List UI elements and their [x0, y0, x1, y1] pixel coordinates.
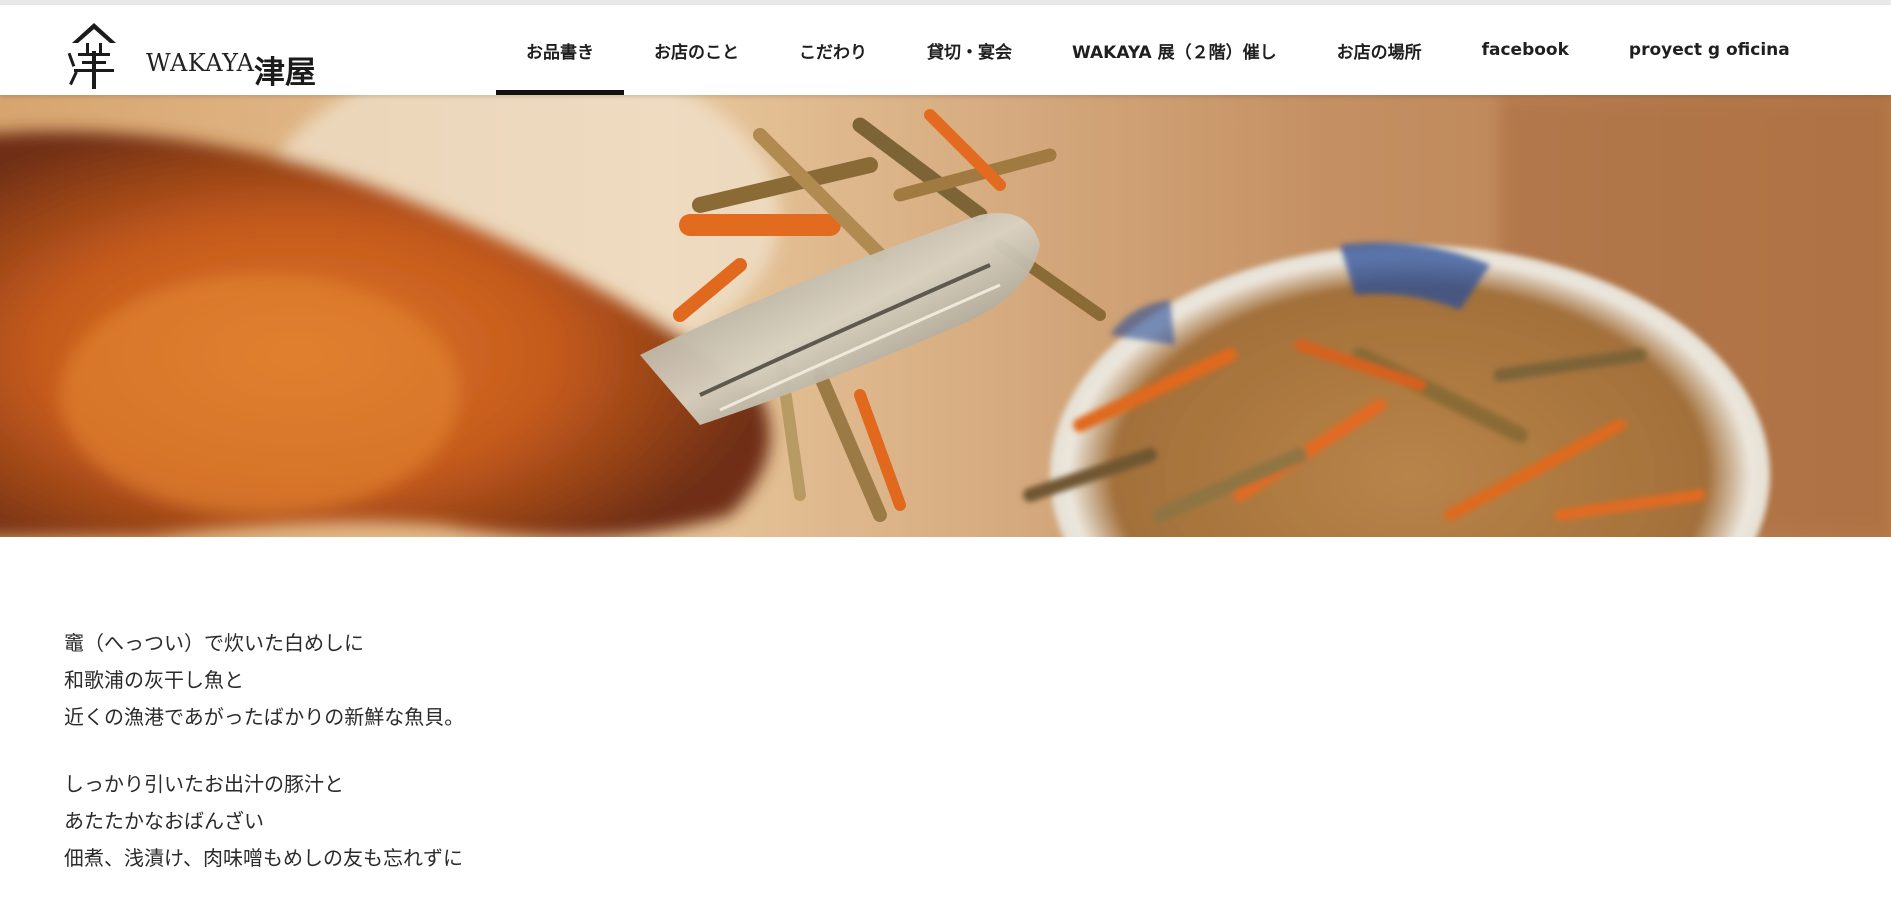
- nav-item-menu[interactable]: お品書き: [496, 5, 624, 95]
- nav-item-about[interactable]: お店のこと: [624, 5, 769, 95]
- main-nav: お品書き お店のこと こだわり 貸切・宴会 WAKAYA 展（２階）催し お店の…: [496, 5, 1820, 95]
- site-logo[interactable]: WAKAYA 津屋: [64, 15, 334, 91]
- nav-item-proyect[interactable]: proyect g oficina: [1599, 5, 1820, 95]
- intro-line: あたたかなおばんざい: [64, 809, 264, 833]
- hero-food-photo: [0, 95, 1891, 537]
- nav-item-location[interactable]: お店の場所: [1307, 5, 1452, 95]
- nav-item-exhibition[interactable]: WAKAYA 展（２階）催し: [1042, 5, 1307, 95]
- nav-item-reservation[interactable]: 貸切・宴会: [897, 5, 1042, 95]
- logo-kanji: 津屋: [254, 55, 316, 91]
- intro-line: 近くの漁港であがったばかりの新鮮な魚貝。: [64, 705, 465, 729]
- hero-image: [0, 95, 1891, 537]
- intro-line: しっかり引いたお出汁の豚汁と: [64, 772, 344, 796]
- logo-roof-icon: [67, 23, 116, 89]
- intro-paragraph-1: 竈（へっつい）で炊いた白めしに 和歌浦の灰干し魚と 近くの漁港であがったばかりの…: [64, 625, 964, 736]
- nav-item-facebook[interactable]: facebook: [1452, 5, 1599, 95]
- site-header: WAKAYA 津屋 お品書き お店のこと こだわり 貸切・宴会 WAKAYA 展…: [0, 5, 1891, 95]
- logo-wordmark: WAKAYA: [146, 49, 255, 77]
- intro-line: 竈（へっつい）で炊いた白めしに: [64, 631, 364, 655]
- nav-item-commitment[interactable]: こだわり: [769, 5, 897, 95]
- intro-paragraph-2: しっかり引いたお出汁の豚汁と あたたかなおばんざい 佃煮、浅漬け、肉味噌もめしの…: [64, 766, 964, 877]
- intro-line: 和歌浦の灰干し魚と: [64, 668, 244, 692]
- intro-line: 佃煮、浅漬け、肉味噌もめしの友も忘れずに: [64, 846, 463, 870]
- intro-text: 竈（へっつい）で炊いた白めしに 和歌浦の灰干し魚と 近くの漁港であがったばかりの…: [64, 625, 964, 907]
